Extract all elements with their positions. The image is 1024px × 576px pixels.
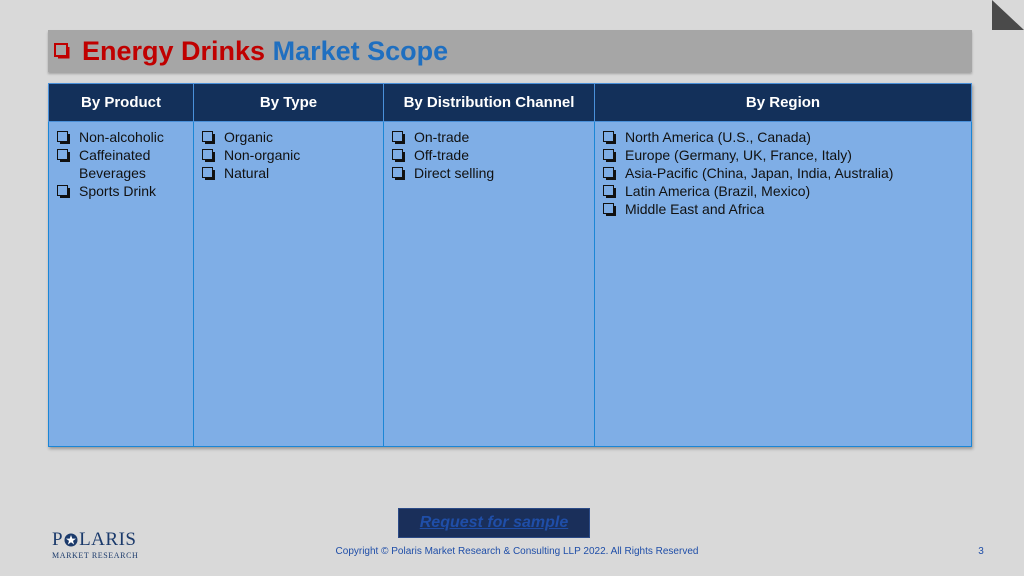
title-part-red: Energy Drinks (82, 36, 266, 66)
checkbox-bullet-icon (603, 131, 616, 144)
list-item-text: On-trade (414, 129, 470, 145)
list-item: Caffeinated Beverages (55, 146, 189, 182)
list-item: Natural (200, 164, 379, 182)
cell-by-product: Non-alcoholic Caffeinated Beverages Spor… (48, 121, 194, 447)
request-sample-button[interactable]: Request for sample (398, 508, 590, 538)
cell-by-type: Organic Non-organic Natural (193, 121, 384, 447)
list-item-text: Organic (224, 129, 274, 145)
list-item-text: Non-organic (224, 147, 301, 163)
checkbox-bullet-icon (202, 167, 215, 180)
list-item-text: Caffeinated Beverages (79, 147, 151, 181)
header-by-distribution-channel: By Distribution Channel (383, 83, 595, 122)
logo-subtitle: MARKET RESEARCH (52, 551, 139, 560)
list-item-text: Off-trade (414, 147, 469, 163)
copyright-text: Copyright © Polaris Market Research & Co… (335, 546, 699, 557)
slide-title: Energy Drinks Market Scope (82, 30, 448, 72)
header-by-type: By Type (193, 83, 384, 122)
list-item-text: Latin America (Brazil, Mexico) (625, 183, 811, 199)
region-list: North America (U.S., Canada) Europe (Ger… (601, 128, 967, 218)
list-item: Europe (Germany, UK, France, Italy) (601, 146, 967, 164)
list-item-text: Non-alcoholic (79, 129, 164, 145)
header-by-product: By Product (48, 83, 194, 122)
list-item-text: Asia-Pacific (China, Japan, India, Austr… (625, 165, 894, 181)
corner-triangle-icon (992, 0, 1024, 30)
list-item-text: North America (U.S., Canada) (625, 129, 811, 145)
checkbox-bullet-icon (392, 149, 405, 162)
list-item-text: Middle East and Africa (625, 201, 765, 217)
distribution-list: On-trade Off-trade Direct selling (390, 128, 590, 182)
list-item-text: Direct selling (414, 165, 495, 181)
slide-title-bar: Energy Drinks Market Scope (48, 30, 972, 72)
market-scope-table: By Product By Type By Distribution Chann… (48, 83, 972, 447)
list-item: Non-alcoholic (55, 128, 189, 146)
list-item: On-trade (390, 128, 590, 146)
list-item: Middle East and Africa (601, 200, 967, 218)
list-item: North America (U.S., Canada) (601, 128, 967, 146)
checkbox-bullet-icon (57, 131, 70, 144)
title-part-blue: Market Scope (272, 36, 449, 66)
checkbox-bullet-icon (57, 185, 70, 198)
polaris-logo: P LARIS MARKET RESEARCH (52, 530, 142, 564)
star-icon (64, 533, 78, 547)
table-body-row: Non-alcoholic Caffeinated Beverages Spor… (48, 121, 972, 447)
list-item: Direct selling (390, 164, 590, 182)
product-list: Non-alcoholic Caffeinated Beverages Spor… (55, 128, 189, 200)
checkbox-bullet-icon (603, 185, 616, 198)
cell-by-region: North America (U.S., Canada) Europe (Ger… (594, 121, 972, 447)
list-item: Off-trade (390, 146, 590, 164)
list-item: Sports Drink (55, 182, 189, 200)
type-list: Organic Non-organic Natural (200, 128, 379, 182)
list-item-text: Sports Drink (79, 183, 157, 199)
header-by-region: By Region (594, 83, 972, 122)
list-item-text: Natural (224, 165, 270, 181)
list-item: Non-organic (200, 146, 379, 164)
checkbox-bullet-icon (202, 131, 215, 144)
checkbox-bullet-icon (603, 149, 616, 162)
page-number: 3 (978, 546, 984, 557)
checkbox-bullet-icon (392, 131, 405, 144)
checkbox-bullet-icon (603, 167, 616, 180)
table-header-row: By Product By Type By Distribution Chann… (48, 83, 972, 122)
checkbox-bullet-icon (392, 167, 405, 180)
list-item-text: Europe (Germany, UK, France, Italy) (625, 147, 852, 163)
logo-wordmark: P LARIS (52, 529, 137, 550)
cell-by-distribution-channel: On-trade Off-trade Direct selling (383, 121, 595, 447)
list-item: Latin America (Brazil, Mexico) (601, 182, 967, 200)
checkbox-bullet-icon (603, 203, 616, 216)
list-item: Asia-Pacific (China, Japan, India, Austr… (601, 164, 967, 182)
checkbox-bullet-icon (202, 149, 215, 162)
checkbox-bullet-icon (54, 43, 70, 59)
checkbox-bullet-icon (57, 149, 70, 162)
list-item: Organic (200, 128, 379, 146)
